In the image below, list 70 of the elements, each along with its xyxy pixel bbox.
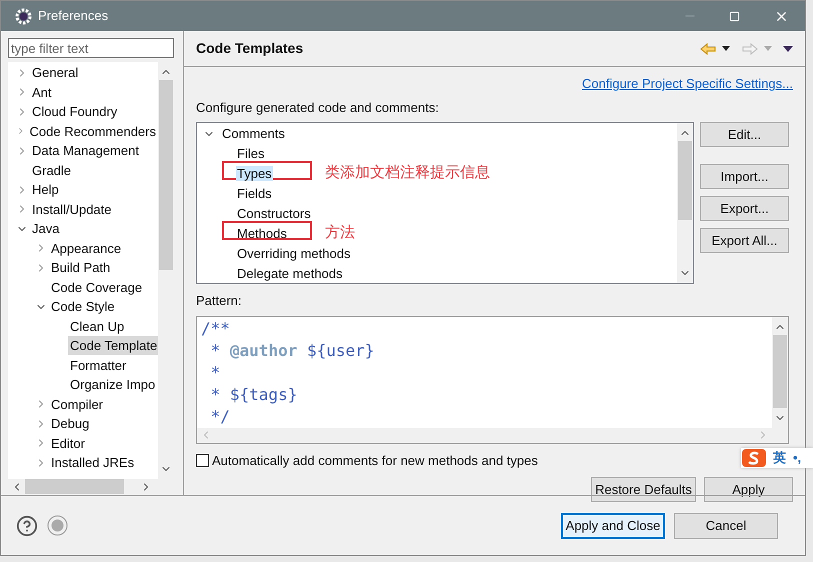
tree-item[interactable]: Code Recommenders xyxy=(28,122,158,141)
annotation-text: 方法 xyxy=(325,223,355,243)
tree-item[interactable]: Fields xyxy=(236,186,273,201)
tree-item[interactable]: Organize Impo xyxy=(68,375,158,394)
maximize-icon[interactable] xyxy=(729,10,740,22)
action-button[interactable]: Restore Defaults xyxy=(591,477,696,502)
scroll-thumb[interactable] xyxy=(773,334,787,408)
tree-item[interactable]: Cloud Foundry xyxy=(30,102,120,122)
dialog-button[interactable]: Apply and Close xyxy=(561,512,665,538)
tree-item[interactable]: Types xyxy=(236,166,273,181)
tree-item[interactable]: Files xyxy=(236,146,266,161)
code-line: * xyxy=(210,362,220,384)
tree-item[interactable]: Constructors xyxy=(236,206,312,221)
tree-item[interactable]: Installed JREs xyxy=(49,453,136,472)
tree-item[interactable]: Code Coverage xyxy=(49,278,144,297)
action-button[interactable]: Export... xyxy=(700,196,789,221)
ime-logo-icon xyxy=(741,448,767,468)
code-line: */ xyxy=(210,406,230,428)
ime-punctuation[interactable]: •, xyxy=(793,448,802,468)
forward-arrow-icon[interactable] xyxy=(742,42,758,54)
tree-item[interactable]: Code Style xyxy=(49,297,117,316)
action-button[interactable]: Edit... xyxy=(700,122,789,147)
tree-item[interactable]: Comments xyxy=(221,126,286,141)
pattern-label: Pattern: xyxy=(196,292,243,310)
tree-item[interactable]: Formatter xyxy=(68,356,128,375)
gear-icon xyxy=(15,8,32,24)
action-button[interactable]: Apply xyxy=(704,477,793,502)
dropdown-icon[interactable] xyxy=(722,46,730,51)
annotation-text: 类添加文档注释提示信息 xyxy=(325,163,490,183)
back-arrow-icon[interactable] xyxy=(700,42,716,54)
tree-item[interactable]: General xyxy=(30,63,80,82)
checkbox-label: Automatically add comments for new methods and types xyxy=(212,452,538,470)
scrollbar[interactable] xyxy=(677,123,693,283)
page-title: Code Templates xyxy=(196,39,304,58)
tree-item[interactable]: Build Path xyxy=(49,258,112,278)
action-button[interactable]: Import... xyxy=(700,164,789,189)
code-line: /** xyxy=(201,318,230,340)
menu-icon[interactable] xyxy=(783,46,793,52)
tree-item[interactable]: Data Management xyxy=(30,141,141,160)
tree-item[interactable]: Delegate methods xyxy=(236,266,344,281)
tree-item[interactable]: Help xyxy=(30,180,61,200)
record-icon[interactable] xyxy=(47,515,68,536)
tree-item[interactable]: Compiler xyxy=(49,394,106,414)
tree-item[interactable]: Overriding methods xyxy=(236,246,352,261)
ime-toolbar[interactable]: 英 •, xyxy=(741,448,813,468)
filter-field[interactable]: type filter text xyxy=(8,38,174,58)
scroll-thumb[interactable] xyxy=(25,479,124,494)
tree-item[interactable]: Editor xyxy=(49,434,87,453)
tree-item[interactable]: Appearance xyxy=(49,238,124,258)
tree-item[interactable]: Code Template xyxy=(68,336,158,356)
code-line: * @author ${user} xyxy=(210,340,374,362)
scroll-thumb[interactable] xyxy=(678,141,692,220)
dialog-button[interactable]: Cancel xyxy=(674,512,778,538)
tree-item[interactable]: Install/Update xyxy=(30,200,114,219)
checkbox[interactable] xyxy=(196,454,209,467)
window-title: Preferences xyxy=(38,7,108,26)
help-icon[interactable] xyxy=(16,514,38,536)
tree-item[interactable]: Gradle xyxy=(30,160,74,180)
scroll-thumb[interactable] xyxy=(159,80,173,270)
ime-mode[interactable]: 英 xyxy=(773,448,786,468)
tree-item[interactable]: Java xyxy=(30,219,62,238)
action-button[interactable]: Export All... xyxy=(700,228,789,253)
settings-link[interactable]: Configure Project Specific Settings... xyxy=(582,74,793,94)
tree-item[interactable]: Clean Up xyxy=(68,316,126,336)
code-line: * ${tags} xyxy=(210,384,298,406)
tree-item[interactable]: Ant xyxy=(30,82,54,102)
tree-item[interactable]: Methods xyxy=(236,226,288,241)
pattern-editor[interactable]: /** * @author ${user} * * ${tags} */ xyxy=(196,316,789,444)
intro-label: Configure generated code and comments: xyxy=(196,98,440,117)
tree-item[interactable]: Debug xyxy=(49,414,92,434)
